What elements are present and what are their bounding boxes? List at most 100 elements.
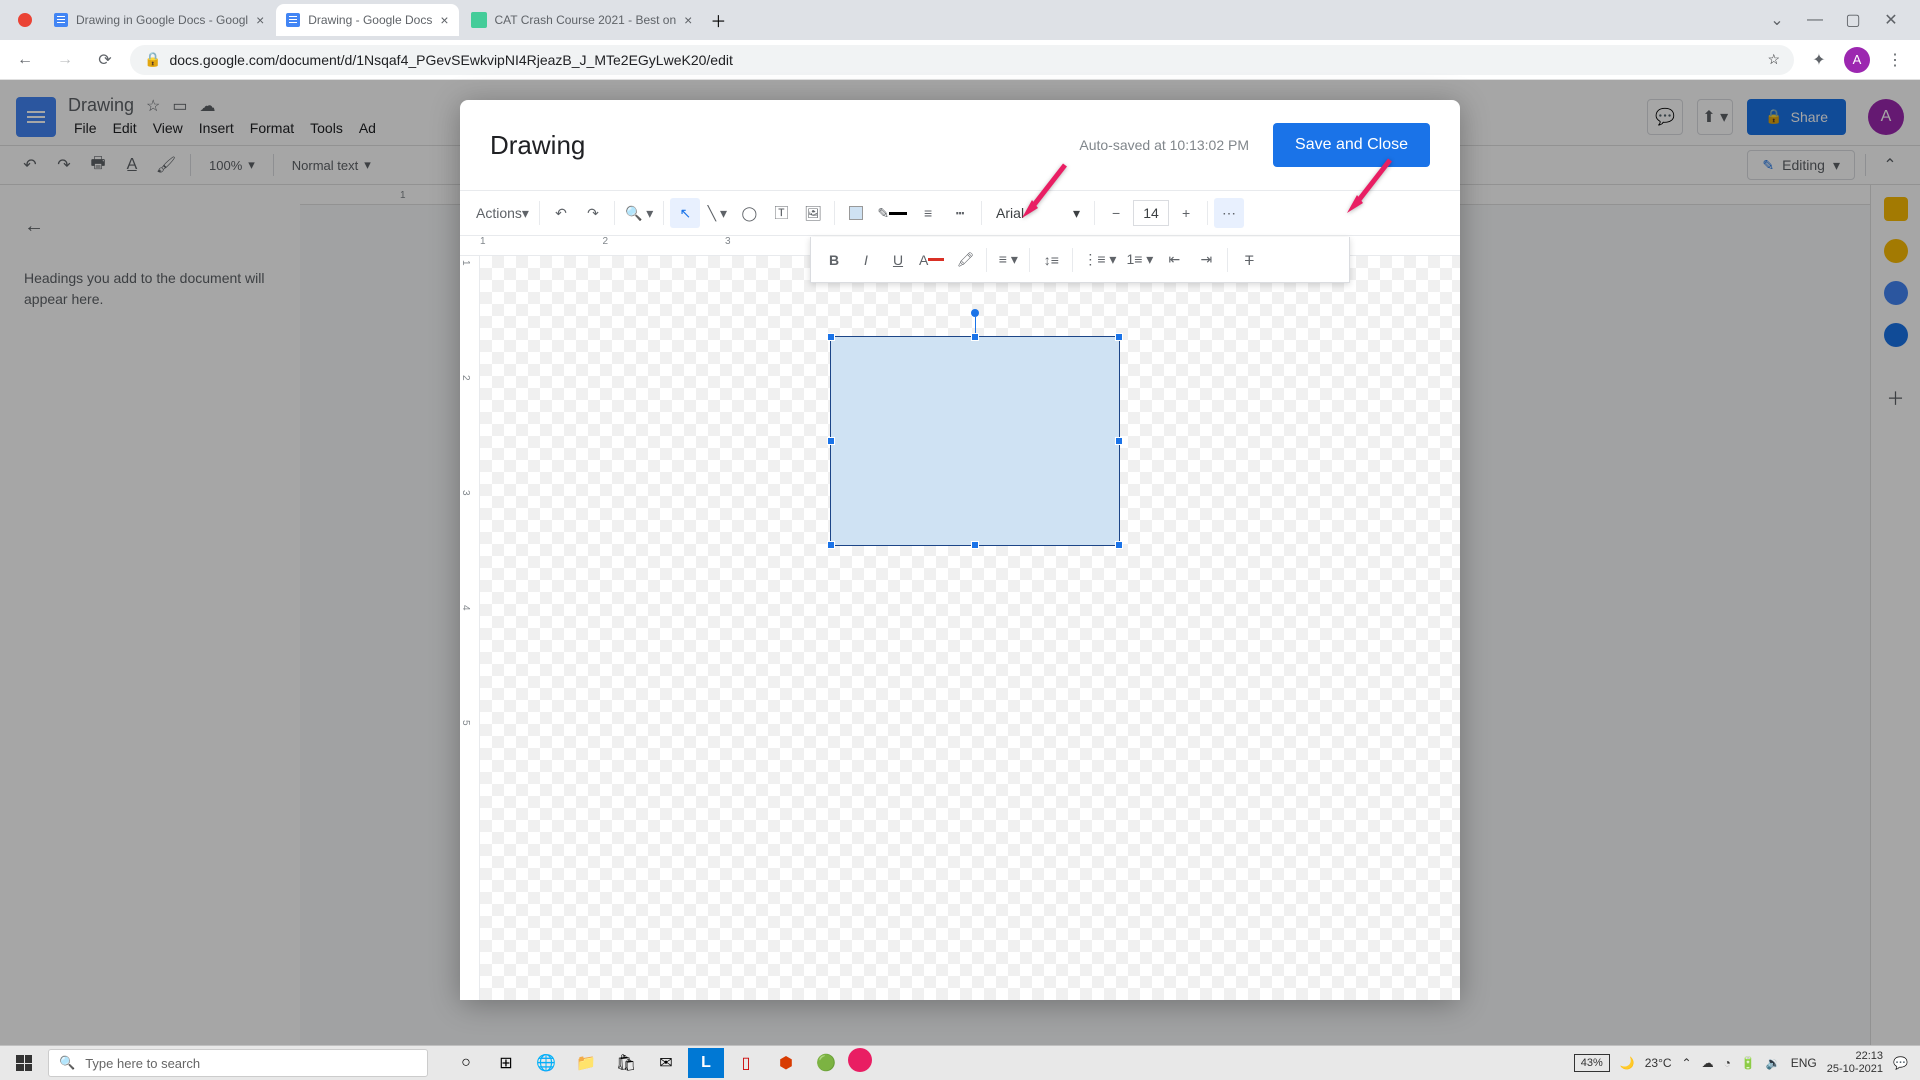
fill-color-button[interactable]	[841, 198, 871, 228]
battery-icon[interactable]: 🔋	[1741, 1056, 1756, 1070]
resize-handle-w[interactable]	[827, 437, 835, 445]
font-size-decrease[interactable]: −	[1101, 198, 1131, 228]
highlight-button[interactable]: 🖍	[950, 245, 980, 275]
temperature: 23°C	[1645, 1056, 1672, 1070]
font-size-increase[interactable]: +	[1171, 198, 1201, 228]
line-tool[interactable]: ╲ ▾	[702, 198, 732, 228]
redo-button[interactable]: ↷	[578, 198, 608, 228]
tab-1-active[interactable]: Drawing - Google Docs ×	[276, 4, 458, 36]
clear-format-button[interactable]: T	[1234, 245, 1264, 275]
taskbar-search[interactable]: 🔍 Type here to search	[48, 1049, 428, 1077]
rotate-handle[interactable]	[971, 309, 979, 317]
docs-favicon-icon	[54, 13, 68, 27]
indent-increase-button[interactable]: ⇥	[1191, 245, 1221, 275]
italic-button[interactable]: I	[851, 245, 881, 275]
border-color-button[interactable]: ✎	[873, 198, 911, 228]
border-dash-button[interactable]: ┅	[945, 198, 975, 228]
minimize-button[interactable]: —	[1806, 11, 1824, 29]
network-icon[interactable]: ◔	[1724, 1056, 1731, 1070]
align-button[interactable]: ≡ ▾	[993, 245, 1023, 275]
taskbar-clock[interactable]: 22:13 25-10-2021	[1827, 1050, 1883, 1076]
cortana-icon[interactable]: ○	[448, 1048, 484, 1078]
forward-button[interactable]: →	[50, 45, 80, 75]
image-tool[interactable]: 🖼	[798, 198, 828, 228]
chrome-menu-button[interactable]: ⋮	[1880, 45, 1910, 75]
maximize-button[interactable]: ▢	[1844, 11, 1862, 29]
app-l-icon[interactable]: L	[688, 1048, 724, 1078]
more-options-button[interactable]: ⋯	[1214, 198, 1244, 228]
mail-icon[interactable]: ✉	[648, 1048, 684, 1078]
close-icon[interactable]: ×	[440, 12, 448, 28]
select-tool[interactable]: ↖	[670, 198, 700, 228]
volume-icon[interactable]: 🔉	[1766, 1056, 1781, 1070]
language-indicator[interactable]: ENG	[1791, 1056, 1817, 1070]
weather-icon[interactable]: 🌙	[1620, 1056, 1635, 1070]
extensions-button[interactable]: ✦	[1804, 45, 1834, 75]
tab-dropdown-icon[interactable]: ⌄	[1768, 11, 1786, 29]
tray-chevron-icon[interactable]: ⌃	[1682, 1056, 1692, 1070]
autosave-status: Auto-saved at 10:13:02 PM	[1079, 137, 1249, 153]
tab-recording[interactable]	[8, 4, 42, 36]
zoom-button[interactable]: 🔍 ▾	[621, 198, 657, 228]
address-bar[interactable]: 🔒 docs.google.com/document/d/1Nsqaf4_PGe…	[130, 45, 1794, 75]
number-list-button[interactable]: 1≡ ▾	[1122, 245, 1157, 275]
resize-handle-n[interactable]	[971, 333, 979, 341]
tab-0[interactable]: Drawing in Google Docs - Googl ×	[44, 4, 274, 36]
resize-handle-e[interactable]	[1115, 437, 1123, 445]
tab-title: CAT Crash Course 2021 - Best on	[495, 13, 677, 27]
resize-handle-nw[interactable]	[827, 333, 835, 341]
text-color-button[interactable]: A	[915, 245, 948, 275]
shape-tool[interactable]: ◯	[734, 198, 764, 228]
tab-2[interactable]: CAT Crash Course 2021 - Best on ×	[461, 4, 703, 36]
start-button[interactable]	[4, 1048, 44, 1078]
new-tab-button[interactable]: ＋	[704, 6, 732, 34]
back-button[interactable]: ←	[10, 45, 40, 75]
notifications-icon[interactable]: 💬	[1893, 1056, 1908, 1070]
textbox-tool[interactable]: 🅃	[766, 198, 796, 228]
resize-handle-sw[interactable]	[827, 541, 835, 549]
url-text: docs.google.com/document/d/1Nsqaf4_PGevS…	[169, 52, 732, 68]
chrome-icon[interactable]: 🟢	[808, 1048, 844, 1078]
browser-toolbar: ← → ⟳ 🔒 docs.google.com/document/d/1Nsqa…	[0, 40, 1920, 80]
task-view-icon[interactable]: ⊞	[488, 1048, 524, 1078]
edge-icon[interactable]: 🌐	[528, 1048, 564, 1078]
close-icon[interactable]: ×	[256, 12, 264, 28]
battery-status[interactable]: 43%	[1574, 1054, 1610, 1072]
font-size-input[interactable]	[1133, 200, 1169, 226]
bold-button[interactable]: B	[819, 245, 849, 275]
bullet-list-button[interactable]: ⋮≡ ▾	[1079, 245, 1120, 275]
tab-title: Drawing in Google Docs - Googl	[76, 13, 248, 27]
store-icon[interactable]: 🛍	[608, 1048, 644, 1078]
indent-decrease-button[interactable]: ⇤	[1159, 245, 1189, 275]
docs-favicon-icon	[286, 13, 300, 27]
underline-button[interactable]: U	[883, 245, 913, 275]
windows-taskbar: 🔍 Type here to search ○ ⊞ 🌐 📁 🛍 ✉ L ▯ ⬢ …	[0, 1045, 1920, 1080]
actions-menu[interactable]: Actions ▾	[472, 198, 533, 228]
annotation-arrow-2	[1345, 155, 1395, 220]
text-format-toolbar: B I U A 🖍 ≡ ▾ ↕≡ ⋮≡ ▾ 1≡ ▾ ⇤ ⇥ T	[810, 237, 1350, 283]
line-spacing-button[interactable]: ↕≡	[1036, 245, 1066, 275]
star-icon[interactable]: ☆	[1767, 51, 1780, 68]
explorer-icon[interactable]: 📁	[568, 1048, 604, 1078]
mcafee-icon[interactable]: ▯	[728, 1048, 764, 1078]
resize-handle-se[interactable]	[1115, 541, 1123, 549]
office-icon[interactable]: ⬢	[768, 1048, 804, 1078]
resize-handle-s[interactable]	[971, 541, 979, 549]
close-icon[interactable]: ×	[684, 12, 692, 28]
profile-avatar[interactable]: A	[1844, 47, 1870, 73]
search-icon: 🔍	[59, 1055, 75, 1071]
drawing-canvas[interactable]	[480, 256, 1460, 1000]
browser-tab-strip: Drawing in Google Docs - Googl × Drawing…	[0, 0, 1920, 40]
rectangle-shape[interactable]	[830, 336, 1120, 546]
screenrec-icon[interactable]	[848, 1048, 872, 1072]
drawing-canvas-area: 12345678 12345	[460, 236, 1460, 1000]
tab-title: Drawing - Google Docs	[308, 13, 432, 27]
onedrive-icon[interactable]: ☁	[1702, 1056, 1714, 1070]
record-icon	[18, 13, 32, 27]
close-window-button[interactable]: ✕	[1882, 11, 1900, 29]
reload-button[interactable]: ⟳	[90, 45, 120, 75]
undo-button[interactable]: ↶	[546, 198, 576, 228]
search-placeholder: Type here to search	[85, 1056, 200, 1071]
resize-handle-ne[interactable]	[1115, 333, 1123, 341]
border-weight-button[interactable]: ≡	[913, 198, 943, 228]
